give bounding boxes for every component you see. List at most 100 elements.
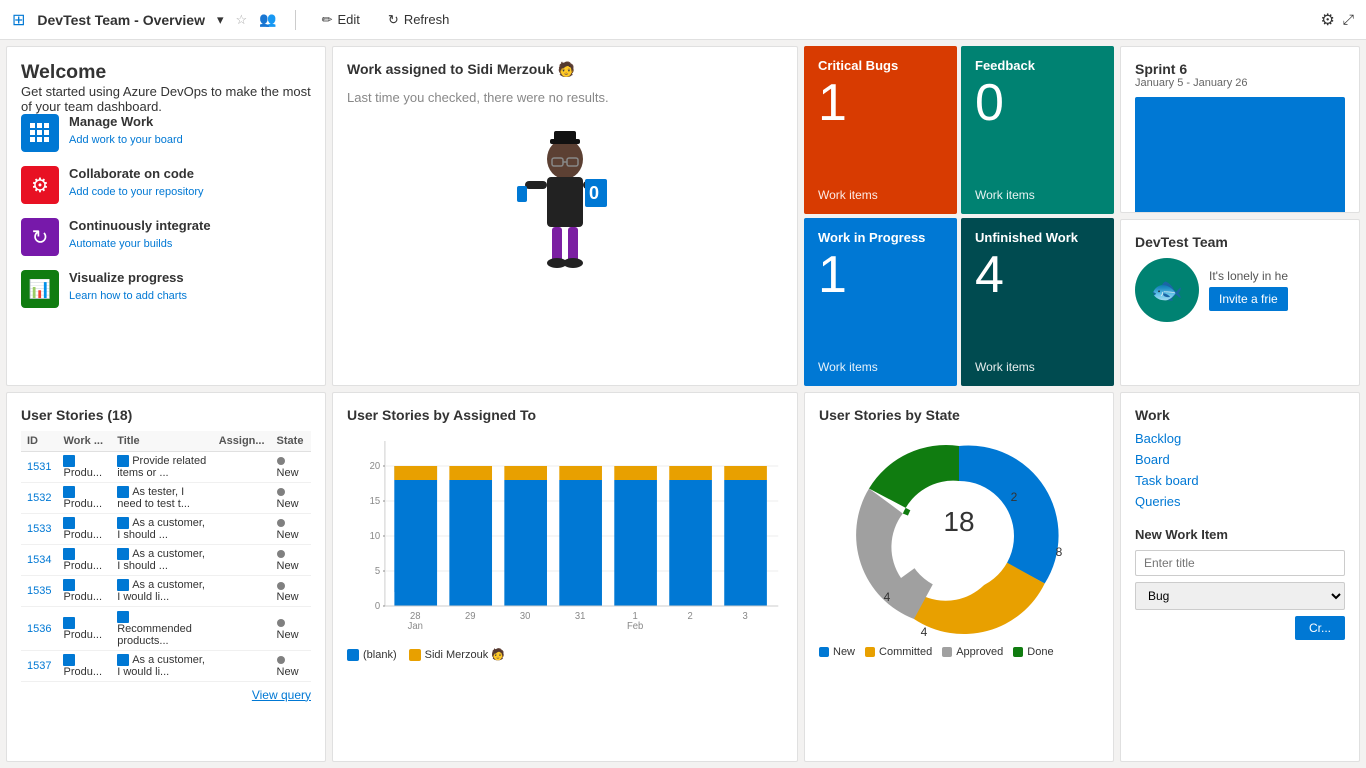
devtest-panel: DevTest Team 🐟 It's lonely in he Invite … [1120,219,1360,386]
feedback-tile[interactable]: Feedback 0 Work items [961,46,1114,214]
create-button[interactable]: Cr... [1295,616,1345,640]
lonely-text: It's lonely in he [1209,269,1288,283]
legend-sidi: Sidi Merzouk 🧑 [409,648,505,661]
visualize-icon: 📊 [21,270,59,308]
board-link[interactable]: Board [1135,452,1345,467]
cell-id: 1532 [21,483,57,514]
refresh-button[interactable]: ↻ Refresh [380,8,457,32]
legend-approved-label: Approved [956,646,1003,658]
cell-assign [213,514,271,545]
invite-button[interactable]: Invite a frie [1209,287,1288,311]
legend-approved: Approved [942,646,1003,658]
legend-sidi-label: Sidi Merzouk 🧑 [425,648,505,661]
integrate-label: Continuously integrate [69,218,211,233]
collaborate-link[interactable]: Add code to your repository [69,186,204,198]
settings-icon[interactable]: ⚙ [1320,10,1334,30]
svg-text:30: 30 [520,611,531,622]
legend-done-label: Done [1027,646,1053,658]
sprint-title: Sprint 6 [1135,61,1345,77]
divider [295,10,296,30]
new-work-item-title-input[interactable] [1135,550,1345,576]
manage-work-text: Manage Work Add work to your board [69,114,183,146]
bar-chart-panel: User Stories by Assigned To 0 5 10 15 20 [332,392,798,762]
svg-text:8: 8 [1056,545,1063,559]
svg-text:2: 2 [687,611,692,622]
cell-title: Provide related items or ... [111,452,212,483]
welcome-subtitle: Get started using Azure DevOps to make t… [21,84,311,114]
svg-text:Jan: Jan [408,621,423,632]
svg-text:4: 4 [884,590,891,604]
table-row[interactable]: 1534 Produ... As a customer, I should ..… [21,545,311,576]
queries-link[interactable]: Queries [1135,494,1345,509]
star-icon[interactable]: ☆ [236,12,248,28]
integrate-link[interactable]: Automate your builds [69,238,172,250]
table-row[interactable]: 1536 Produ... Recommended products... Ne… [21,607,311,650]
legend-blank-label: (blank) [363,649,397,661]
wip-value: 1 [818,245,943,360]
grid-icon: ⊞ [12,10,25,30]
col-work: Work ... [57,431,111,452]
legend-committed-label: Committed [879,646,932,658]
backlog-link[interactable]: Backlog [1135,431,1345,446]
critical-bugs-tile[interactable]: Critical Bugs 1 Work items [804,46,957,214]
legend-done: Done [1013,646,1053,658]
work-assigned-title: Work assigned to Sidi Merzouk 🧑 [347,61,575,78]
cell-title: As a customer, I should ... [111,514,212,545]
cell-assign [213,576,271,607]
user-stories-panel: User Stories (18) ID Work ... Title Assi… [6,392,326,762]
table-row[interactable]: 1533 Produ... As a customer, I should ..… [21,514,311,545]
new-work-item-type-select[interactable]: Bug User Story Task Feature [1135,582,1345,610]
cell-id: 1537 [21,650,57,681]
work-title: Work [1135,407,1345,423]
work-in-progress-tile[interactable]: Work in Progress 1 Work items [804,218,957,386]
visualize-link[interactable]: Learn how to add charts [69,290,187,302]
edit-icon: ✏ [322,12,333,28]
table-row[interactable]: 1535 Produ... As a customer, I would li.… [21,576,311,607]
unfinished-sub: Work items [975,360,1100,374]
bar-chart-title: User Stories by Assigned To [347,407,783,423]
refresh-icon: ↻ [388,12,399,28]
cell-work: Produ... [57,545,111,576]
new-work-item-section: New Work Item Bug User Story Task Featur… [1135,527,1345,640]
table-row[interactable]: 1531 Produ... Provide related items or .… [21,452,311,483]
table-row[interactable]: 1532 Produ... As tester, I need to test … [21,483,311,514]
task-board-link[interactable]: Task board [1135,473,1345,488]
fullscreen-icon[interactable]: ⤢ [1343,11,1354,28]
bar-chart-svg: 0 5 10 15 20 [347,431,783,641]
work-panel: Work Backlog Board Task board Queries Ne… [1120,392,1360,762]
new-work-item-title: New Work Item [1135,527,1345,542]
unfinished-work-tile[interactable]: Unfinished Work 4 Work items [961,218,1114,386]
cell-state: New [271,452,311,483]
cell-assign [213,452,271,483]
wip-label: Work in Progress [818,230,943,245]
user-stories-title: User Stories (18) [21,407,311,423]
work-character: 0 [505,131,625,291]
svg-text:10: 10 [370,531,381,542]
chevron-down-icon[interactable]: ▾ [217,12,224,28]
devtest-title: DevTest Team [1135,234,1345,250]
legend-new-color [819,647,829,657]
edit-button[interactable]: ✏ Edit [314,8,368,32]
svg-text:29: 29 [465,611,476,622]
edit-label: Edit [338,12,360,27]
sprint-bar-chart [1135,97,1345,213]
people-icon[interactable]: 👥 [259,11,276,28]
svg-text:Feb: Feb [627,621,643,632]
integrate-icon: ↻ [21,218,59,256]
legend-committed: Committed [865,646,932,658]
col-assign: Assign... [213,431,271,452]
collaborate-label: Collaborate on code [69,166,204,181]
view-query-link[interactable]: View query [21,688,311,702]
col-id: ID [21,431,57,452]
legend-approved-color [942,647,952,657]
cell-assign [213,483,271,514]
devtest-content: 🐟 It's lonely in he Invite a frie [1135,258,1345,322]
welcome-item-integrate: ↻ Continuously integrate Automate your b… [21,218,311,256]
cell-state: New [271,607,311,650]
stats-area: Critical Bugs 1 Work items Feedback 0 Wo… [804,46,1114,386]
manage-work-link[interactable]: Add work to your board [69,134,183,146]
donut-chart-panel: User Stories by State 18 2 8 4 4 [804,392,1114,762]
welcome-item-collaborate: ⚙ Collaborate on code Add code to your r… [21,166,311,204]
topbar: ⊞ DevTest Team - Overview ▾ ☆ 👥 ✏ Edit ↻… [0,0,1366,40]
table-row[interactable]: 1537 Produ... As a customer, I would li.… [21,650,311,681]
